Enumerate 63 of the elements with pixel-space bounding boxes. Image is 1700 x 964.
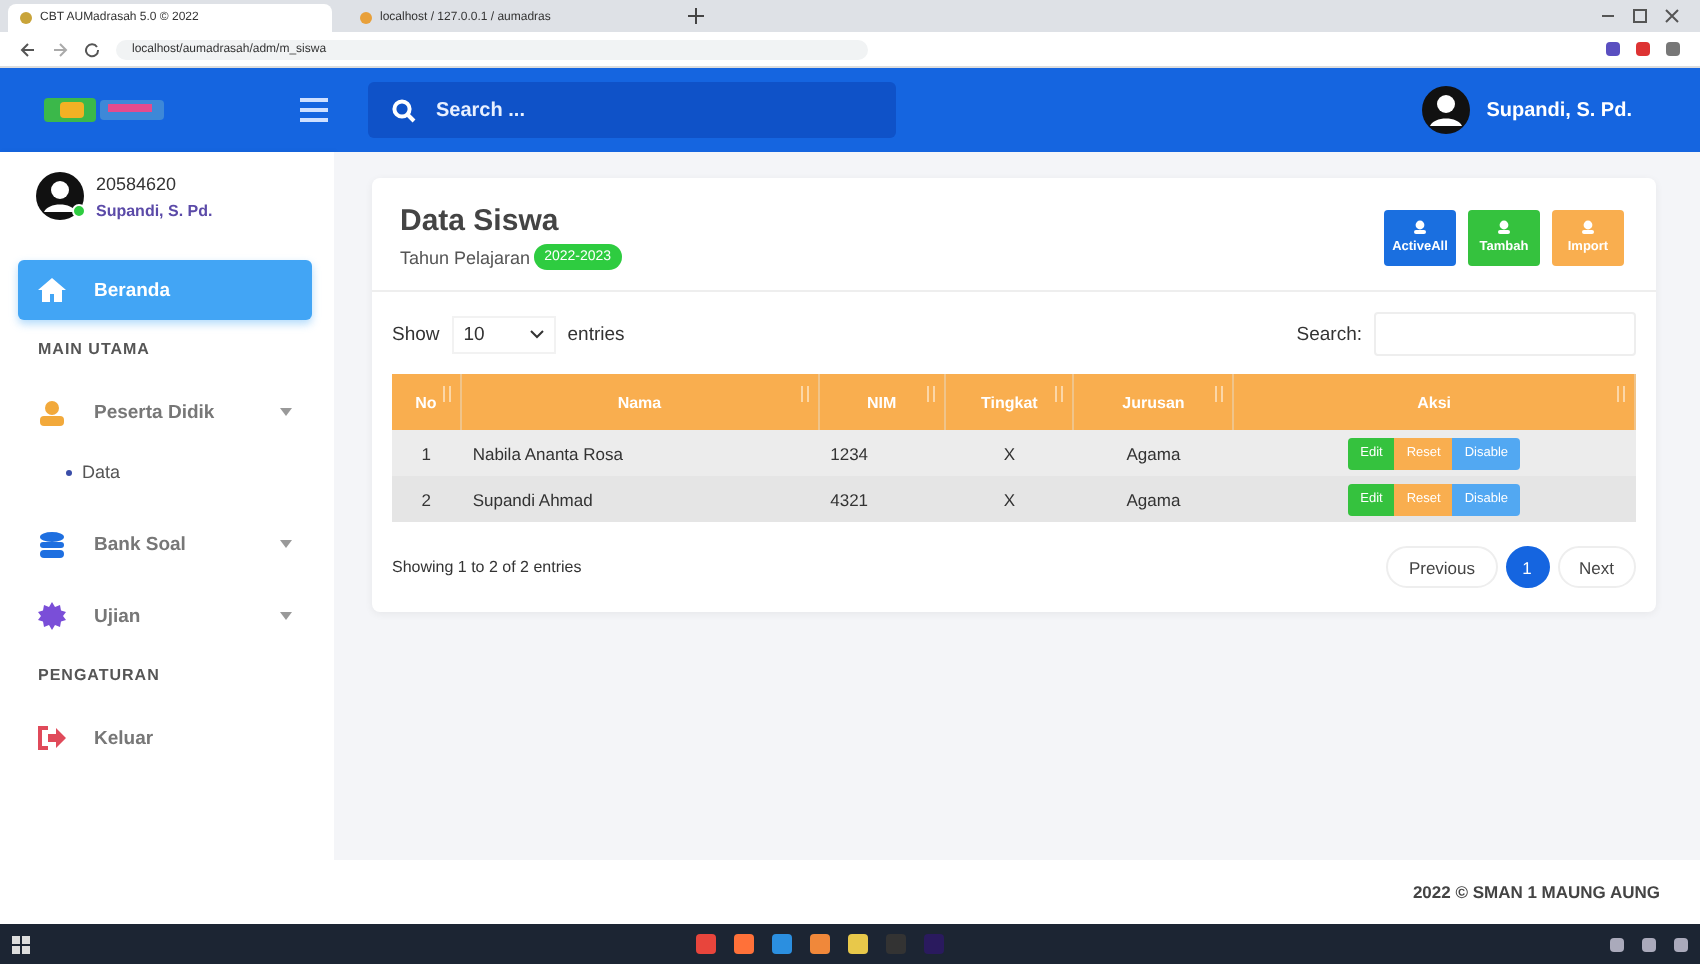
footer-text: 2022 © SMAN 1 MAUNG AUNG: [1412, 882, 1660, 902]
reload-icon[interactable]: [84, 41, 100, 57]
entries-select[interactable]: 10: [451, 315, 556, 353]
forward-icon[interactable]: [52, 41, 68, 57]
user-name: Supandi, S. Pd.: [96, 201, 213, 219]
user-id: 20584620: [96, 173, 179, 193]
close-icon[interactable]: [1664, 8, 1680, 24]
sidebar-item[interactable]: Ujian: [18, 586, 312, 646]
new-tab-icon[interactable]: [688, 8, 704, 24]
table-cell: 1: [392, 430, 461, 476]
section-heading: MAIN UTAMA: [36, 338, 152, 362]
logo-icon: [44, 96, 168, 124]
length-label: Show: [392, 323, 440, 345]
subtitle: Tahun Pelajaran: [400, 247, 531, 267]
column-header[interactable]: Tingkat: [945, 374, 1074, 430]
caret-icon[interactable]: [280, 408, 292, 416]
person-icon: [38, 399, 66, 425]
chevron-icon: [529, 329, 544, 339]
length-label: entries: [567, 323, 625, 345]
avatar-icon: [36, 172, 84, 220]
logout-icon: [38, 726, 66, 750]
user-icon: [1412, 220, 1428, 234]
column-header[interactable]: Jurusan: [1073, 374, 1234, 430]
user-icon: [1496, 220, 1512, 234]
sidebar-item[interactable]: Keluar: [18, 708, 312, 768]
gear-icon: [38, 602, 66, 630]
maximize-icon[interactable]: [1632, 8, 1648, 24]
database-icon: [38, 531, 66, 557]
page-title: Data Siswa: [400, 204, 561, 238]
table-cell: Agama: [1073, 430, 1234, 476]
table-cell: X: [945, 430, 1074, 476]
page-button[interactable]: Previous: [1386, 546, 1498, 588]
sidebar-subitem[interactable]: Data: [0, 454, 334, 514]
home-icon: [38, 278, 66, 302]
menu-icon[interactable]: [300, 98, 328, 122]
search-label: Search:: [1296, 323, 1362, 345]
table-cell: Nabila Ananta Rosa: [460, 430, 819, 476]
windows-icon[interactable]: [12, 935, 30, 953]
table-cell: Agama: [1073, 476, 1234, 522]
table-cell: X: [945, 476, 1074, 522]
page-button[interactable]: Next: [1557, 546, 1636, 588]
search-button[interactable]: [368, 82, 436, 138]
caret-icon[interactable]: [280, 540, 292, 548]
caret-icon[interactable]: [280, 612, 292, 620]
sidebar-item[interactable]: Beranda: [18, 260, 312, 320]
section-heading: PENGATURAN: [36, 664, 162, 688]
sidebar-item[interactable]: Bank Soal: [18, 514, 312, 574]
search-field[interactable]: Search ...: [436, 82, 896, 138]
column-header[interactable]: Aksi: [1233, 374, 1635, 430]
table-cell: 4321: [818, 476, 946, 522]
column-header[interactable]: Nama: [460, 374, 819, 430]
avatar-icon: [1422, 86, 1471, 134]
table-cell: 1234: [818, 430, 946, 476]
column-header[interactable]: NIM: [818, 374, 946, 430]
table-info: Showing 1 to 2 of 2 entries: [392, 558, 582, 576]
table-cell: Supandi Ahmad: [460, 476, 819, 522]
sidebar-item[interactable]: Peserta Didik: [18, 382, 312, 442]
page-button[interactable]: 1: [1505, 546, 1550, 588]
column-header[interactable]: No: [392, 374, 461, 430]
table-cell: 2: [392, 476, 461, 522]
user-icon: [1580, 220, 1596, 234]
back-icon[interactable]: [20, 41, 36, 57]
user-name[interactable]: Supandi, S. Pd.: [1486, 99, 1632, 121]
